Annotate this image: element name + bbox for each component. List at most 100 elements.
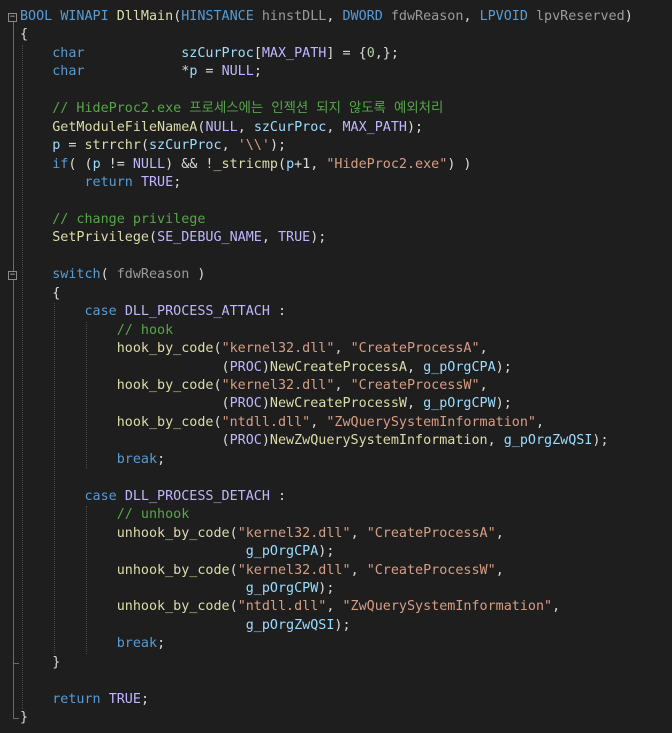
code-token: case	[84, 304, 117, 320]
code-token: );	[318, 580, 335, 596]
code-line[interactable]: GetModuleFileNameA(NULL, szCurProc, MAX_…	[0, 119, 672, 138]
code-line[interactable]: hook_by_code("ntdll.dll", "ZwQuerySystem…	[0, 414, 672, 433]
code-token: hinstDLL	[261, 9, 327, 24]
code-line[interactable]: // hook	[0, 322, 672, 341]
code-line[interactable]: case DLL_PROCESS_ATTACH :	[0, 303, 672, 322]
code-token: BOOL	[20, 9, 53, 24]
code-line-text: (PROC)NewCreateProcessA, g_pOrgCPA);	[20, 359, 512, 378]
code-line[interactable]: switch( fdwReason )	[0, 266, 672, 285]
code-line[interactable]: hook_by_code("kernel32.dll", "CreateProc…	[0, 377, 672, 396]
code-line[interactable]: break;	[0, 635, 672, 654]
code-line[interactable]: break;	[0, 451, 672, 470]
code-token: "CreateProcessW"	[366, 562, 496, 578]
code-token: );	[318, 544, 335, 560]
code-token: TRUE	[108, 691, 141, 707]
code-line[interactable]: // change privilege	[0, 211, 672, 230]
code-token: break	[116, 636, 158, 652]
code-token: );	[495, 359, 512, 375]
code-token: (	[20, 359, 230, 375]
code-editor[interactable]: BOOL WINAPI DllMain(HINSTANCE hinstDLL, …	[0, 0, 672, 733]
code-line-text: break;	[20, 635, 165, 654]
code-token: char	[52, 45, 85, 61]
code-token: (	[100, 267, 117, 283]
code-token: [	[253, 45, 262, 61]
code-token: ,	[237, 119, 254, 135]
code-token: !=	[100, 156, 133, 172]
code-line[interactable]	[0, 672, 672, 691]
code-token: hook_by_code	[116, 414, 214, 430]
code-token: // HideProc2.exe 프로세스에는 인젝션 되지 않도록 예외처리	[52, 101, 444, 117]
code-line[interactable]: (PROC)NewZwQuerySystemInformation, g_pOr…	[0, 432, 672, 451]
code-line[interactable]: (PROC)NewCreateProcessW, g_pOrgCPW);	[0, 395, 672, 414]
code-line[interactable]: }	[0, 654, 672, 673]
code-line[interactable]: hook_by_code("kernel32.dll", "CreateProc…	[0, 340, 672, 359]
code-token: lpvReserved	[536, 9, 625, 24]
code-line[interactable]: unhook_by_code("ntdll.dll", "ZwQuerySyst…	[0, 598, 672, 617]
code-line[interactable]	[0, 248, 672, 267]
code-token: ,	[463, 9, 480, 24]
code-token: '\\'	[237, 138, 270, 154]
code-token: SetPrivilege	[52, 230, 149, 246]
code-line[interactable]: }	[0, 709, 672, 728]
code-token: g_pOrgZwQSI	[503, 433, 593, 449]
code-line[interactable]: return TRUE;	[0, 691, 672, 710]
code-line[interactable]: {	[0, 285, 672, 304]
collapse-toggle-icon[interactable]: −	[8, 270, 17, 280]
code-line[interactable]	[0, 82, 672, 101]
code-line[interactable]: char szCurProc[MAX_PATH] = {0,};	[0, 45, 672, 64]
code-token: (	[140, 138, 149, 154]
code-line-text: return TRUE;	[20, 174, 182, 193]
code-line[interactable]: unhook_by_code("kernel32.dll", "CreatePr…	[0, 562, 672, 581]
code-line[interactable]: case DLL_PROCESS_DETACH :	[0, 488, 672, 507]
code-line[interactable]	[0, 193, 672, 212]
collapse-toggle-icon[interactable]: −	[8, 12, 17, 22]
code-line[interactable]: return TRUE;	[0, 174, 672, 193]
code-token: strrchr	[84, 138, 141, 154]
code-line[interactable]: if( (p != NULL) && !_stricmp(p+1, "HideP…	[0, 156, 672, 175]
code-line[interactable]: char *p = NULL;	[0, 63, 672, 82]
code-line[interactable]: g_pOrgCPA);	[0, 543, 672, 562]
code-token: ,	[495, 562, 504, 578]
code-line-text: break;	[20, 451, 165, 470]
code-line[interactable]: unhook_by_code("kernel32.dll", "CreatePr…	[0, 525, 672, 544]
code-line[interactable]: // unhook	[0, 506, 672, 525]
code-line[interactable]: g_pOrgCPW);	[0, 580, 672, 599]
code-line-text: return TRUE;	[20, 691, 149, 710]
code-token: g_pOrgCPA	[245, 544, 319, 560]
code-line[interactable]	[0, 469, 672, 488]
code-token: ,	[326, 599, 343, 615]
code-line[interactable]: SetPrivilege(SE_DEBUG_NAME, TRUE);	[0, 229, 672, 248]
code-token: ) && !	[165, 156, 214, 172]
code-line[interactable]: g_pOrgZwQSI);	[0, 617, 672, 636]
code-token: NewZwQuerySystemInformation	[269, 433, 488, 449]
code-line-text: hook_by_code("kernel32.dll", "CreateProc…	[20, 377, 488, 396]
code-line-text: switch( fdwReason )	[20, 266, 205, 285]
code-token: p	[286, 156, 295, 172]
code-line-text: // hook	[20, 322, 173, 341]
code-token: // hook	[116, 322, 174, 338]
code-token: (	[229, 562, 238, 578]
code-line[interactable]: p = strrchr(szCurProc, '\\');	[0, 137, 672, 156]
code-line-text: p = strrchr(szCurProc, '\\');	[20, 137, 286, 156]
code-token: ,	[261, 230, 278, 246]
code-token: ,	[326, 9, 343, 24]
code-line[interactable]: BOOL WINAPI DllMain(HINSTANCE hinstDLL, …	[0, 8, 672, 27]
code-token: _stricmp	[213, 156, 279, 172]
code-line[interactable]: {	[0, 26, 672, 45]
code-token: PROC	[229, 396, 262, 412]
code-token: ,	[552, 599, 561, 615]
code-token: ,	[350, 562, 367, 578]
code-token: TRUE	[140, 175, 174, 191]
code-token: g_pOrgCPW	[245, 580, 319, 596]
code-token: ,	[479, 378, 488, 393]
code-line[interactable]: // HideProc2.exe 프로세스에는 인젝션 되지 않도록 예외처리	[0, 100, 672, 119]
code-line[interactable]: (PROC)NewCreateProcessA, g_pOrgCPA);	[0, 359, 672, 378]
code-line-text: g_pOrgCPW);	[20, 580, 335, 599]
